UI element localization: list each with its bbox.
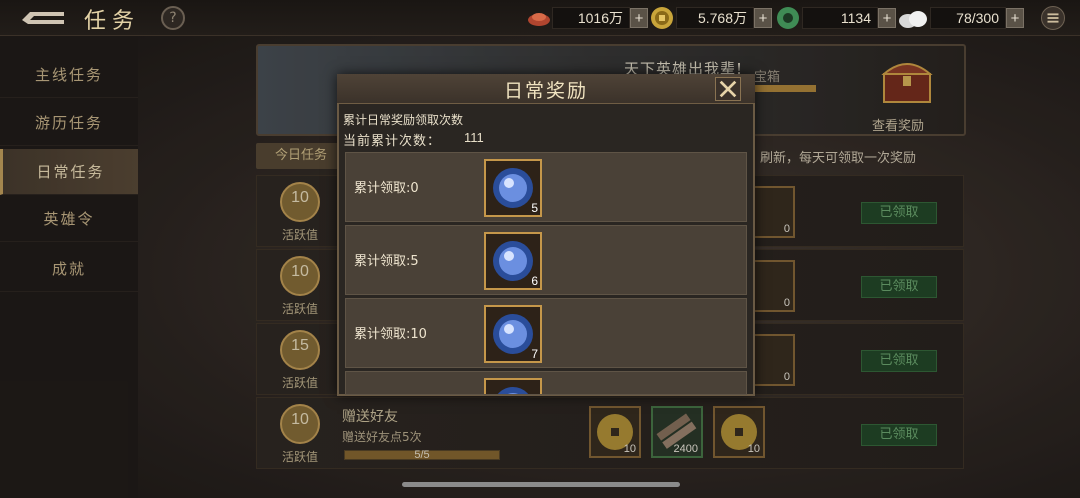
copper-ingot-icon xyxy=(528,13,550,26)
close-icon[interactable] xyxy=(715,77,741,101)
gold-coin-value: 5.768万 xyxy=(676,7,754,29)
jade-add-button[interactable]: + xyxy=(878,8,896,28)
reward-item[interactable]: 6 xyxy=(484,232,542,290)
modal-subtitle: 累计日常奖励领取次数 xyxy=(343,113,464,127)
menu-icon[interactable] xyxy=(1041,6,1065,30)
reward-tier-label: 累计领取:5 xyxy=(354,254,419,269)
reward-item[interactable]: 5 xyxy=(484,159,542,217)
stamina-bun-icon xyxy=(899,11,927,28)
copper-add-button[interactable]: + xyxy=(630,8,648,28)
reward-count: 5 xyxy=(531,201,538,215)
help-button[interactable]: ? xyxy=(161,6,185,30)
reward-count: 7 xyxy=(531,347,538,361)
jade-icon xyxy=(777,7,799,29)
reward-tier-row: 累计领取:10 7 xyxy=(345,298,747,368)
reward-tier-row xyxy=(345,371,747,395)
copper-value: 1016万 xyxy=(552,7,630,29)
gold-coin-icon xyxy=(651,7,673,29)
stamina-value: 78/300 xyxy=(930,7,1006,29)
reward-tier-row: 累计领取:5 6 xyxy=(345,225,747,295)
back-arrow-icon[interactable] xyxy=(20,8,66,28)
cumulative-count-value: 111 xyxy=(464,130,484,145)
gold-coin-add-button[interactable]: + xyxy=(754,8,772,28)
spirit-orb-icon xyxy=(497,387,529,394)
reward-count: 6 xyxy=(531,274,538,288)
stamina-add-button[interactable]: + xyxy=(1006,8,1024,28)
reward-tier-row: 累计领取:0 5 xyxy=(345,152,747,222)
modal-title: 日常奖励 xyxy=(503,80,588,102)
reward-tier-label: 累计领取:0 xyxy=(354,181,419,196)
reward-item[interactable]: 7 xyxy=(484,305,542,363)
reward-item[interactable] xyxy=(484,378,542,394)
cumulative-count-label: 当前累计次数： xyxy=(343,134,442,149)
home-indicator[interactable] xyxy=(402,482,680,487)
reward-tier-label: 累计领取:10 xyxy=(354,327,427,342)
jade-value: 1134 xyxy=(802,7,878,29)
page-title: 任务 xyxy=(84,9,141,34)
